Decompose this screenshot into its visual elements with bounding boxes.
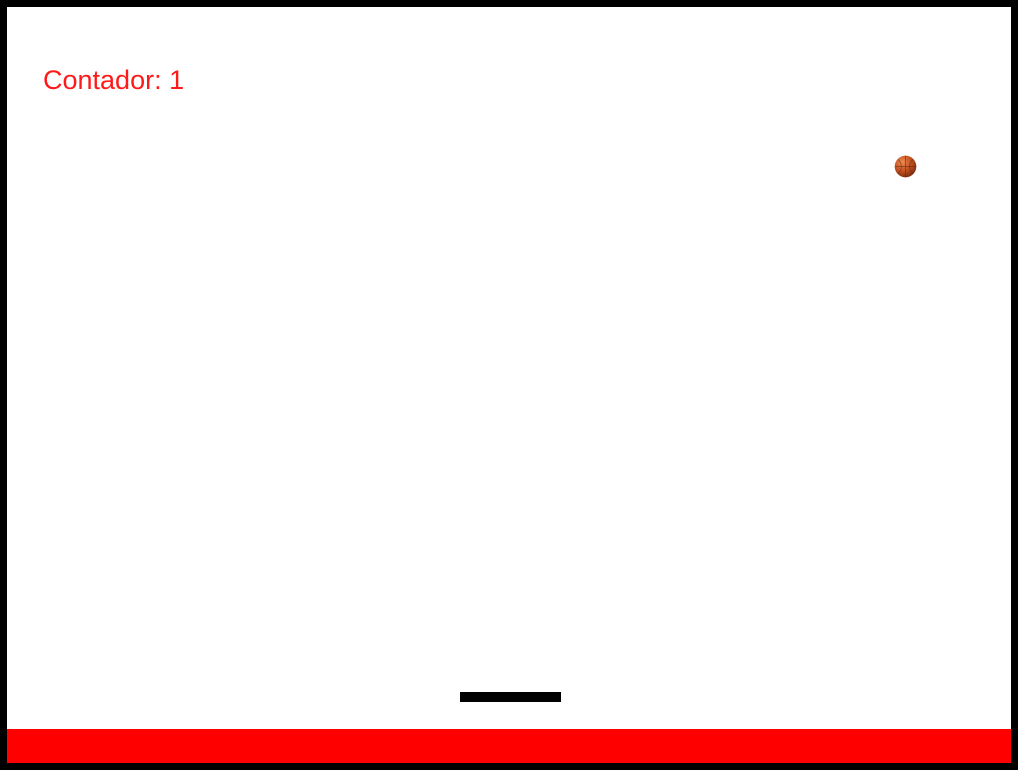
score-counter: Contador: 1 [43,65,185,95]
player-paddle[interactable] [460,692,561,702]
basketball-icon [894,155,917,178]
floor-bar [7,729,1011,763]
game-canvas[interactable]: Contador: 1 [0,0,1018,770]
basketball-ball [894,155,917,178]
